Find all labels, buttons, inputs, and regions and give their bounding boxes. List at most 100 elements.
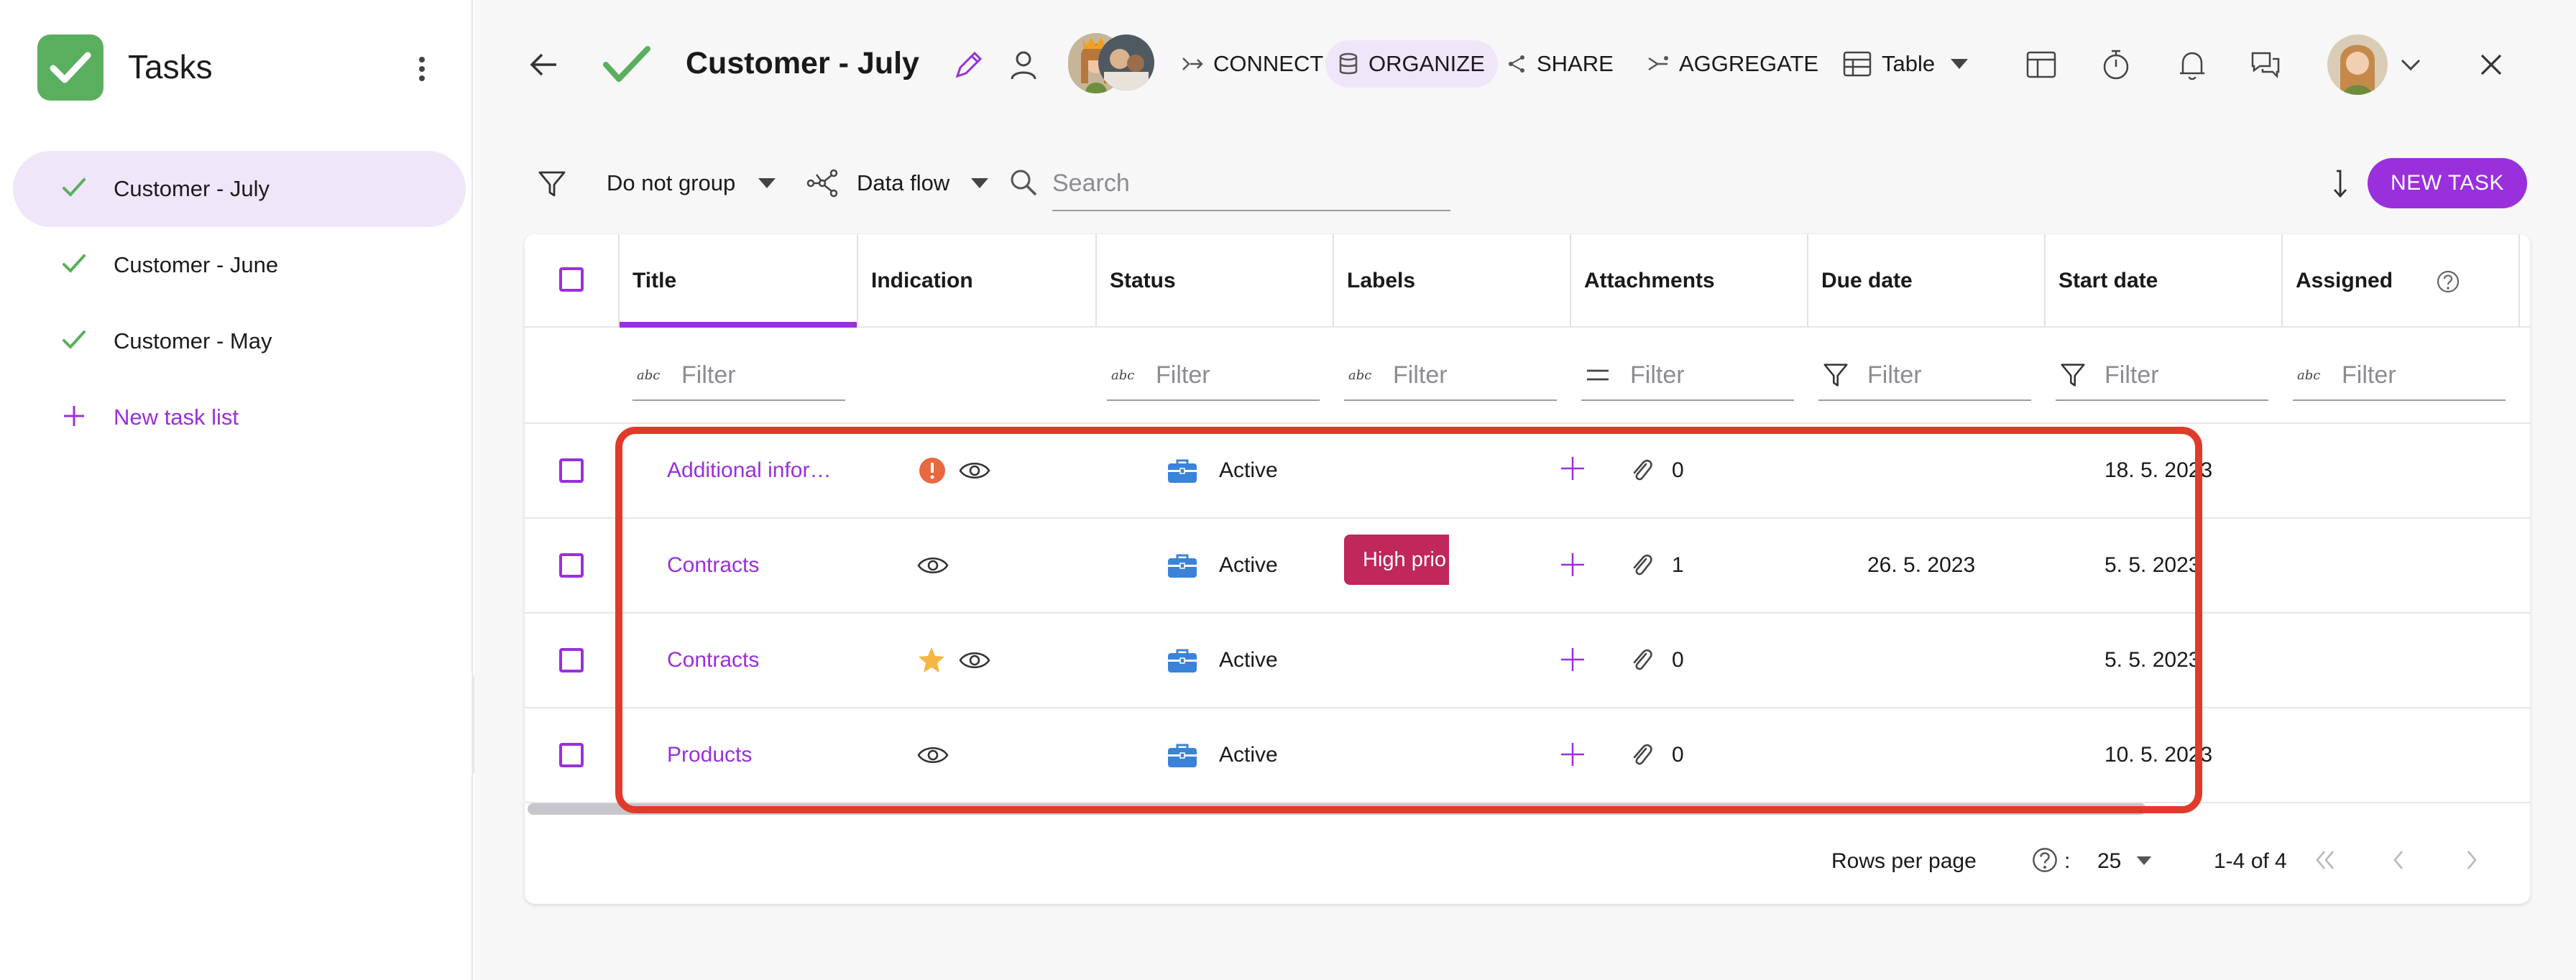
paperclip-icon[interactable] bbox=[1630, 614, 1653, 707]
filter-placeholder: Filter bbox=[1630, 361, 1685, 389]
group-by-label: Do not group bbox=[607, 170, 736, 195]
filter-placeholder: Filter bbox=[681, 361, 736, 389]
task-title-link[interactable]: Additional infor… bbox=[667, 424, 848, 517]
filter-attachments-field[interactable]: Filter bbox=[1581, 351, 1794, 401]
help-icon[interactable] bbox=[2434, 267, 2462, 296]
task-title-link[interactable]: Contracts bbox=[667, 614, 848, 707]
select-all-checkbox[interactable] bbox=[559, 267, 584, 292]
filter-due-date-field[interactable]: Filter bbox=[1818, 351, 2031, 401]
filter-placeholder: Filter bbox=[2342, 361, 2396, 389]
organize-button[interactable]: ORGANIZE bbox=[1325, 40, 1498, 88]
check-icon bbox=[62, 177, 86, 198]
new-task-button[interactable]: NEW TASK bbox=[2368, 158, 2527, 208]
task-title-link[interactable]: Products bbox=[667, 708, 848, 802]
text-filter-icon: abc bbox=[1111, 367, 1135, 383]
avatar-member[interactable] bbox=[1098, 34, 1154, 91]
status-text: Active bbox=[1219, 743, 1278, 767]
horizontal-scrollbar[interactable] bbox=[528, 803, 2146, 815]
user-avatar[interactable] bbox=[2327, 34, 2388, 95]
text-filter-icon: abc bbox=[1348, 367, 1372, 383]
filter-icon[interactable] bbox=[533, 164, 571, 204]
view-selector[interactable]: Table bbox=[1830, 40, 1981, 88]
sidebar-item-customer-june[interactable]: Customer - June bbox=[13, 227, 466, 303]
person-icon[interactable] bbox=[1003, 45, 1044, 85]
prev-page-icon[interactable] bbox=[2388, 848, 2409, 872]
last-page-icon[interactable] bbox=[2529, 848, 2530, 872]
data-flow-dropdown[interactable]: Data flow bbox=[806, 158, 989, 208]
caret-down-icon[interactable] bbox=[2136, 856, 2152, 865]
row-checkbox[interactable] bbox=[559, 553, 584, 578]
row-checkbox[interactable] bbox=[559, 648, 584, 672]
add-label-plus-icon[interactable] bbox=[1560, 552, 1586, 578]
label-chip[interactable]: High prio bbox=[1344, 535, 1449, 585]
next-page-icon[interactable] bbox=[2461, 848, 2483, 872]
main-area: Customer - July CONNECT ORGANIZE SHARE A… bbox=[474, 0, 2576, 980]
caret-down-icon bbox=[1951, 59, 1969, 69]
table-row[interactable]: Contracts Active 0 5. 5. 2023 bbox=[525, 614, 2530, 708]
timer-icon[interactable] bbox=[2096, 43, 2136, 86]
rows-per-page-select[interactable]: 25 bbox=[2097, 849, 2121, 874]
paperclip-icon[interactable] bbox=[1630, 708, 1653, 802]
filter-start-date-field[interactable]: Filter bbox=[2056, 351, 2268, 401]
watch-eye-icon[interactable] bbox=[959, 424, 990, 517]
add-label-plus-icon[interactable] bbox=[1560, 647, 1586, 672]
sort-direction-icon[interactable] bbox=[2326, 164, 2355, 204]
filter-assigned-field[interactable]: abc Filter bbox=[2293, 351, 2506, 401]
filter-labels-field[interactable]: abc Filter bbox=[1344, 351, 1557, 401]
start-date: 5. 5. 2023 bbox=[2104, 648, 2201, 672]
organize-label: ORGANIZE bbox=[1368, 51, 1485, 76]
column-header-assigned[interactable]: Assigned bbox=[2283, 234, 2426, 328]
column-header-start-date[interactable]: Start date bbox=[2046, 234, 2283, 328]
database-icon bbox=[1338, 52, 1358, 75]
paperclip-icon[interactable] bbox=[1630, 424, 1653, 517]
table-row[interactable]: Contracts Active High prio 1 26. 5. 2023… bbox=[525, 519, 2530, 614]
filter-status-field[interactable]: abc Filter bbox=[1107, 351, 1320, 401]
help-icon[interactable] bbox=[2031, 846, 2058, 874]
filter-title-field[interactable]: abc Filter bbox=[632, 351, 845, 401]
row-checkbox[interactable] bbox=[559, 458, 584, 483]
watch-eye-icon[interactable] bbox=[917, 519, 949, 612]
sidebar-item-customer-july[interactable]: Customer - July bbox=[13, 151, 466, 227]
watch-eye-icon[interactable] bbox=[959, 614, 990, 707]
add-label-plus-icon[interactable] bbox=[1560, 741, 1586, 767]
star-icon bbox=[917, 614, 946, 707]
task-title-link[interactable]: Contracts bbox=[667, 519, 848, 612]
edit-pencil-icon[interactable] bbox=[949, 45, 989, 85]
table-row[interactable]: Products Active 0 10. 5. 2023 bbox=[525, 708, 2530, 803]
connect-icon bbox=[1182, 55, 1203, 73]
table-row[interactable]: Additional infor… Active 0 18. 5. 2023 bbox=[525, 424, 2530, 519]
back-arrow-icon[interactable] bbox=[522, 43, 565, 86]
connect-button[interactable]: CONNECT bbox=[1169, 40, 1336, 88]
chevron-down-icon[interactable] bbox=[2396, 52, 2425, 78]
column-header-due-date[interactable]: Due date bbox=[1808, 234, 2046, 328]
share-label: SHARE bbox=[1537, 51, 1614, 76]
briefcase-icon bbox=[1167, 519, 1197, 612]
search-field[interactable] bbox=[1052, 160, 1450, 211]
column-header-attachments[interactable]: Attachments bbox=[1571, 234, 1808, 328]
check-icon bbox=[62, 329, 86, 351]
paperclip-icon[interactable] bbox=[1630, 519, 1653, 612]
status-text: Active bbox=[1219, 553, 1278, 577]
sidebar-item-label: Customer - May bbox=[114, 328, 272, 353]
column-header-indication[interactable]: Indication bbox=[858, 234, 1095, 328]
aggregate-button[interactable]: AGGREGATE bbox=[1634, 40, 1831, 88]
watch-eye-icon[interactable] bbox=[917, 708, 949, 802]
row-checkbox[interactable] bbox=[559, 743, 584, 767]
column-header-labels[interactable]: Labels bbox=[1334, 234, 1571, 328]
check-icon bbox=[50, 52, 91, 83]
column-header-status[interactable]: Status bbox=[1097, 234, 1334, 328]
close-icon[interactable] bbox=[2472, 46, 2510, 83]
more-vert-icon[interactable] bbox=[405, 47, 438, 91]
group-by-dropdown[interactable]: Do not group bbox=[607, 158, 776, 208]
add-label-plus-icon[interactable] bbox=[1560, 456, 1586, 481]
equals-filter-icon bbox=[1586, 368, 1614, 382]
layout-icon[interactable] bbox=[2021, 45, 2061, 85]
new-task-list-button[interactable]: New task list bbox=[13, 379, 466, 456]
search-input[interactable] bbox=[1052, 160, 1450, 207]
bell-icon[interactable] bbox=[2172, 43, 2212, 86]
first-page-icon[interactable] bbox=[2313, 848, 2337, 872]
share-button[interactable]: SHARE bbox=[1494, 40, 1627, 88]
column-header-title[interactable]: Title bbox=[620, 234, 857, 328]
sidebar-item-customer-may[interactable]: Customer - May bbox=[13, 303, 466, 379]
chat-icon[interactable] bbox=[2245, 43, 2286, 86]
